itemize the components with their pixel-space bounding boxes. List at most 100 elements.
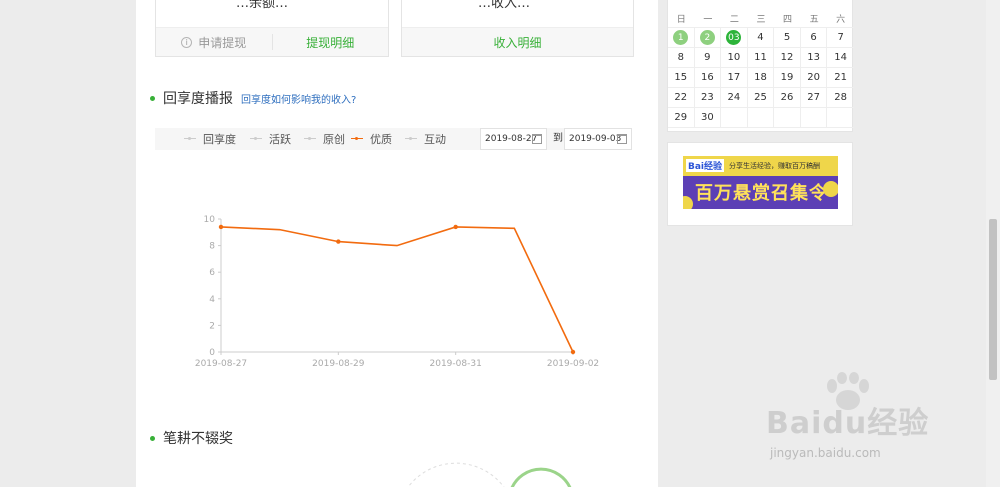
apply-withdraw-label: 申请提现	[198, 35, 247, 50]
calendar-day[interactable]: 13	[801, 48, 828, 67]
legend-item-original[interactable]: 原创	[304, 128, 345, 150]
calendar-day[interactable]: 20	[801, 68, 828, 87]
calendar-day[interactable]: 1	[668, 28, 695, 47]
y-tick-label: 8	[209, 242, 215, 252]
calendar-week-row: 8 9 10 11 12 13 14	[668, 48, 854, 68]
legend-label: 活跃	[269, 133, 291, 146]
data-point	[336, 239, 341, 244]
banner-subtitle: 分享生活经验，赚取百万稿酬	[729, 162, 820, 170]
legend-item-interaction[interactable]: 互动	[405, 128, 446, 150]
legend-marker-icon	[304, 136, 316, 142]
date-to-label: 到	[553, 133, 563, 144]
weekday-label: 三	[756, 15, 766, 25]
legend-marker-icon	[351, 136, 363, 142]
calendar-day[interactable]: 25	[748, 88, 775, 107]
calendar-day[interactable]: 6	[801, 28, 828, 47]
sidebar-ad-panel: Bai经验 分享生活经验，赚取百万稿酬 百万悬赏召集令	[667, 142, 853, 226]
info-icon: i	[181, 36, 193, 48]
calendar-icon[interactable]	[617, 134, 627, 144]
calendar-day[interactable]: 17	[721, 68, 748, 87]
income-partial-text: …收入…	[478, 0, 531, 11]
data-point	[218, 224, 224, 230]
calendar-day[interactable]: 7	[827, 28, 854, 47]
baidu-jingyan-watermark: Baidu经验 jingyan.baidu.com	[766, 398, 966, 468]
calendar-day	[801, 108, 828, 127]
weekday-label: 六	[836, 15, 846, 25]
calendar-day[interactable]: 2	[695, 28, 722, 47]
calendar-day[interactable]: 4	[748, 28, 775, 47]
legend-marker-icon	[405, 136, 417, 142]
watermark-text: Baidu经验	[766, 406, 930, 441]
y-tick-label: 2	[209, 321, 215, 331]
weekday-label: 五	[809, 15, 819, 25]
bullet-dot	[150, 95, 155, 101]
quality-line-chart: 0 2 4 6 8 10 2019-08-27 2019-08-29 2019-08-31 201…	[195, 215, 599, 369]
section-title-share-report: 回享度播报 回享度如何影响我的收入?	[150, 88, 356, 108]
balance-partial-text: …余额…	[236, 0, 289, 11]
writing-award-title: 笔耕不辍奖	[163, 431, 233, 447]
income-detail-link[interactable]: 收入明细	[402, 28, 633, 56]
calendar-day	[774, 108, 801, 127]
x-tick-label: 2019-08-27	[195, 359, 247, 369]
calendar-day[interactable]: 10	[721, 48, 748, 67]
calendar-day[interactable]: 22	[668, 88, 695, 107]
weekday-label: 日	[676, 15, 686, 25]
legend-label: 互动	[424, 133, 446, 146]
award-ring-green	[510, 467, 572, 487]
legend-item-quality[interactable]: 优质	[351, 128, 392, 150]
y-tick-label: 10	[204, 215, 216, 225]
calendar-day[interactable]: 12	[774, 48, 801, 67]
y-tick-label: 4	[209, 295, 215, 305]
start-date-input[interactable]: 2019-08-27	[480, 128, 547, 150]
calendar-day[interactable]: 14	[827, 48, 854, 67]
calendar-day[interactable]: 16	[695, 68, 722, 87]
calendar-day[interactable]: 26	[774, 88, 801, 107]
calendar-day[interactable]: 28	[827, 88, 854, 107]
calendar-day[interactable]: 23	[695, 88, 722, 107]
end-date-input[interactable]: 2019-09-03	[564, 128, 632, 150]
calendar-day[interactable]: 30	[695, 108, 722, 127]
y-tick-label: 0	[209, 348, 215, 358]
end-date-value: 2019-09-03	[569, 134, 622, 144]
calendar-day[interactable]: 5	[774, 28, 801, 47]
calendar-day[interactable]: 24	[721, 88, 748, 107]
reward-campaign-banner[interactable]: Bai经验 分享生活经验，赚取百万稿酬 百万悬赏召集令	[683, 156, 838, 209]
calendar-day[interactable]: 8	[668, 48, 695, 67]
calendar-icon[interactable]	[532, 134, 542, 144]
legend-item-active[interactable]: 活跃	[250, 128, 291, 150]
weekday-label: 四	[783, 15, 793, 25]
data-point	[453, 224, 458, 230]
calendar-day[interactable]: 03	[721, 28, 748, 47]
apply-withdraw-button[interactable]: i 申请提现	[156, 28, 272, 56]
chart-filter-bar: 回享度 活跃 原创 优质 互动 2019-08-27 到 2019-09-03	[155, 128, 632, 150]
income-box: …收入… 收入明细	[401, 0, 634, 57]
award-badges-partial	[407, 462, 572, 487]
share-report-title: 回享度播报	[163, 91, 233, 107]
today-badge: 03	[726, 30, 742, 45]
calendar-day[interactable]: 19	[774, 68, 801, 87]
weekday-label: 二	[729, 15, 739, 25]
calendar-day[interactable]: 9	[695, 48, 722, 67]
calendar-day[interactable]: 15	[668, 68, 695, 87]
section-title-writing-award: 笔耕不辍奖	[150, 428, 233, 448]
data-point	[570, 349, 576, 355]
calendar-day[interactable]: 11	[748, 48, 775, 67]
calendar-day[interactable]: 27	[801, 88, 828, 107]
calendar-weekday-row: 日 一 二 三 四 五 六	[668, 10, 854, 28]
x-tick-label: 2019-09-02	[547, 359, 599, 369]
legend-label: 原创	[323, 133, 345, 146]
calendar-day[interactable]: 18	[748, 68, 775, 87]
withdraw-detail-link[interactable]: 提现明细	[273, 28, 389, 56]
page-scrollbar-thumb[interactable]	[989, 219, 997, 380]
calendar-day[interactable]: 29	[668, 108, 695, 127]
calendar-day	[721, 108, 748, 127]
calendar-day[interactable]: 21	[827, 68, 854, 87]
signed-day-badge: 2	[699, 30, 715, 45]
legend-item-share[interactable]: 回享度	[184, 128, 236, 150]
start-date-value: 2019-08-27	[485, 134, 538, 144]
calendar-day	[827, 108, 854, 127]
weekday-label: 一	[703, 15, 713, 25]
main-content: …余额… i 申请提现 提现明细 …收入… 收入明细 回享度播报 回享度如何影响…	[136, 0, 658, 487]
legend-marker-icon	[184, 136, 196, 142]
share-help-link[interactable]: 回享度如何影响我的收入?	[241, 91, 356, 106]
